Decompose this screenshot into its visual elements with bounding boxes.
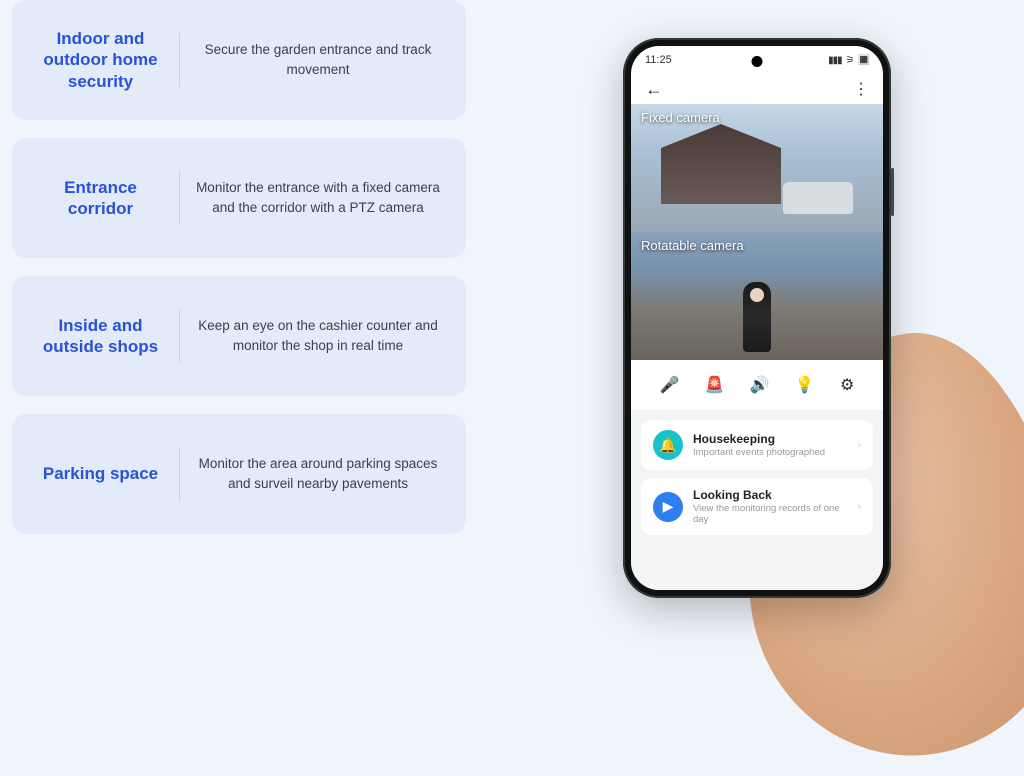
phone-screen: 11:25 ▮▮▮ ⚞ 🔳 ← ⋮ Fixed camera Rotatable… [631, 46, 883, 590]
speaker-icon[interactable]: 🔊 [750, 375, 770, 395]
divider [179, 33, 180, 87]
mic-icon[interactable]: 🎤 [660, 375, 680, 395]
phone-camera-dot [752, 56, 763, 67]
item-sub: Important events photographed [693, 447, 847, 458]
feature-card-parking: Parking space Monitor the area around pa… [12, 414, 466, 534]
phone-frame: 11:25 ▮▮▮ ⚞ 🔳 ← ⋮ Fixed camera Rotatable… [623, 38, 891, 598]
app-bar: ← ⋮ [631, 74, 883, 104]
feed-label: Rotatable camera [641, 238, 744, 253]
play-icon: ▶ [653, 492, 683, 522]
feature-desc: Keep an eye on the cashier counter and m… [190, 316, 446, 355]
item-text: Housekeeping Important events photograph… [693, 432, 847, 458]
feature-card-shops: Inside and outside shops Keep an eye on … [12, 276, 466, 396]
camera-feed-fixed[interactable]: Fixed camera [631, 104, 883, 232]
list-item-housekeeping[interactable]: 🔔 Housekeeping Important events photogra… [641, 420, 873, 470]
wifi-icon: ⚞ [846, 55, 854, 66]
siren-icon[interactable]: 🚨 [705, 375, 725, 395]
settings-icon[interactable]: ⚙ [840, 375, 854, 395]
feature-list: Indoor and outdoor home security Secure … [0, 0, 490, 616]
control-row: 🎤 🚨 🔊 💡 ⚙ [631, 360, 883, 410]
feature-title: Parking space [32, 463, 177, 484]
feature-list-section: 🔔 Housekeeping Important events photogra… [631, 410, 883, 590]
item-title: Housekeeping [693, 432, 847, 446]
bell-icon: 🔔 [653, 430, 683, 460]
phone-showcase: 11:25 ▮▮▮ ⚞ 🔳 ← ⋮ Fixed camera Rotatable… [490, 0, 1024, 616]
list-item-looking-back[interactable]: ▶ Looking Back View the monitoring recor… [641, 478, 873, 535]
feature-card-home-security: Indoor and outdoor home security Secure … [12, 0, 466, 120]
divider [179, 171, 180, 225]
status-time: 11:25 [645, 54, 672, 66]
feature-desc: Monitor the entrance with a fixed camera… [190, 178, 446, 217]
more-icon[interactable]: ⋮ [853, 79, 869, 99]
chevron-right-icon: › [857, 501, 861, 513]
camera-feed-rotatable[interactable]: Rotatable camera [631, 232, 883, 360]
feed-label: Fixed camera [641, 110, 720, 125]
divider [179, 447, 180, 501]
feature-desc: Monitor the area around parking spaces a… [190, 454, 446, 493]
feature-title: Indoor and outdoor home security [32, 28, 177, 92]
feature-card-entrance: Entrance corridor Monitor the entrance w… [12, 138, 466, 258]
divider [179, 309, 180, 363]
bulb-icon[interactable]: 💡 [795, 375, 815, 395]
feature-title: Inside and outside shops [32, 315, 177, 358]
back-icon[interactable]: ← [645, 79, 663, 100]
battery-icon: 🔳 [858, 55, 869, 66]
item-text: Looking Back View the monitoring records… [693, 488, 847, 525]
chevron-right-icon: › [857, 439, 861, 451]
feature-desc: Secure the garden entrance and track mov… [190, 40, 446, 79]
status-icons: ▮▮▮ ⚞ 🔳 [828, 55, 869, 66]
item-title: Looking Back [693, 488, 847, 502]
signal-icon: ▮▮▮ [828, 55, 842, 66]
item-sub: View the monitoring records of one day [693, 503, 847, 525]
feature-title: Entrance corridor [32, 177, 177, 220]
